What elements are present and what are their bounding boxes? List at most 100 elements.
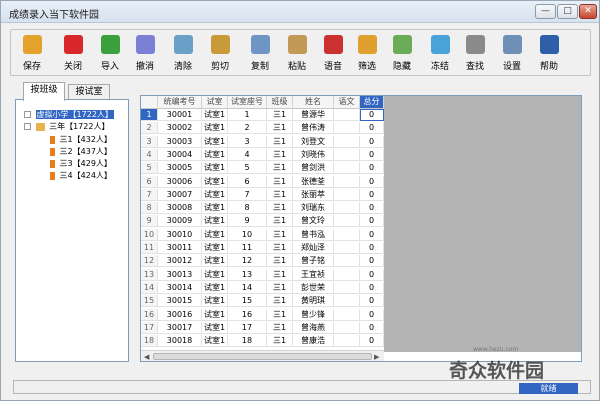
room-cell[interactable]: 试室1 [202, 188, 228, 201]
total-score-cell[interactable]: 0 [360, 228, 384, 241]
room-cell[interactable]: 试室1 [202, 162, 228, 175]
class-cell[interactable]: 三1 [267, 228, 293, 241]
total-score-cell[interactable]: 0 [360, 215, 384, 228]
class-cell[interactable]: 三1 [267, 135, 293, 148]
tree-root-school[interactable]: 虚拟小学【1722人】 [24, 109, 114, 120]
room-cell[interactable]: 试室1 [202, 175, 228, 188]
total-score-cell[interactable]: 0 [360, 122, 384, 135]
chinese-score-cell[interactable] [334, 228, 360, 241]
exam-number-cell[interactable]: 30015 [158, 295, 202, 308]
room-cell[interactable]: 试室1 [202, 215, 228, 228]
exam-number-cell[interactable]: 30018 [158, 335, 202, 348]
chinese-score-cell[interactable] [334, 135, 360, 148]
total-score-cell[interactable]: 0 [360, 295, 384, 308]
chinese-score-cell[interactable] [334, 308, 360, 321]
exam-number-cell[interactable]: 30008 [158, 202, 202, 215]
chinese-header[interactable]: 语文 [334, 96, 360, 109]
name-cell[interactable]: 郑灿泽 [293, 242, 334, 254]
toolbar-button-copy[interactable]: 复制 [243, 32, 277, 73]
chinese-score-cell[interactable] [334, 122, 360, 135]
chinese-score-cell[interactable] [334, 202, 360, 215]
class-cell[interactable]: 三1 [267, 109, 293, 121]
chinese-score-cell[interactable] [334, 255, 360, 268]
exam-number-cell[interactable]: 30017 [158, 321, 202, 334]
toolbar-button-paste[interactable]: 粘贴 [280, 32, 314, 73]
horizontal-scrollbar[interactable]: ◀ ▶ [141, 350, 384, 361]
room-header[interactable]: 试室 [202, 96, 228, 109]
toolbar-button-help[interactable]: 帮助 [532, 32, 566, 73]
total-score-cell[interactable]: 0 [360, 255, 384, 268]
scroll-thumb[interactable] [153, 353, 372, 360]
class-cell[interactable]: 三1 [267, 215, 293, 228]
toolbar-button-close[interactable]: 关闭 [56, 32, 90, 73]
room-cell[interactable]: 试室1 [202, 255, 228, 268]
name-cell[interactable]: 曾文玲 [293, 215, 334, 228]
name-cell[interactable]: 刘登文 [293, 135, 334, 148]
name-cell[interactable]: 曾康浩 [293, 335, 334, 348]
name-cell[interactable]: 刘晓伟 [293, 148, 334, 161]
tree-expander-icon[interactable] [24, 123, 31, 130]
room-cell[interactable]: 试室1 [202, 335, 228, 348]
name-cell[interactable]: 曾子铭 [293, 255, 334, 268]
exam-number-cell[interactable]: 30009 [158, 215, 202, 228]
tab-by-class[interactable]: 按班级 [23, 82, 65, 101]
row-number-header[interactable] [141, 96, 158, 109]
total-score-cell[interactable]: 0 [360, 242, 384, 254]
room-cell[interactable]: 试室1 [202, 202, 228, 215]
room-cell[interactable]: 试室1 [202, 308, 228, 321]
name-cell[interactable]: 曾源华 [293, 109, 334, 121]
tree-class-node[interactable]: 三3【429人】 [50, 158, 112, 169]
room-cell[interactable]: 试室1 [202, 268, 228, 281]
total-score-cell[interactable]: 0 [360, 148, 384, 161]
seat-cell[interactable]: 9 [228, 215, 267, 228]
toolbar-button-hide[interactable]: 隐藏 [385, 32, 419, 73]
total-score-cell[interactable]: 0 [360, 281, 384, 294]
exam-number-cell[interactable]: 30002 [158, 122, 202, 135]
seat-cell[interactable]: 5 [228, 162, 267, 175]
name-header[interactable]: 姓名 [293, 96, 334, 109]
name-cell[interactable]: 王宜祯 [293, 268, 334, 281]
room-cell[interactable]: 试室1 [202, 109, 228, 121]
name-cell[interactable]: 曾书泓 [293, 228, 334, 241]
class-cell[interactable]: 三1 [267, 321, 293, 334]
seat-cell[interactable]: 4 [228, 148, 267, 161]
seat-cell[interactable]: 15 [228, 295, 267, 308]
room-cell[interactable]: 试室1 [202, 135, 228, 148]
tree-expander-icon[interactable] [24, 111, 31, 118]
seat-cell[interactable]: 3 [228, 135, 267, 148]
exam-number-cell[interactable]: 30014 [158, 281, 202, 294]
seat-cell[interactable]: 11 [228, 242, 267, 254]
chinese-score-cell[interactable] [334, 188, 360, 201]
room-cell[interactable]: 试室1 [202, 242, 228, 254]
class-cell[interactable]: 三1 [267, 162, 293, 175]
exam-number-cell[interactable]: 30016 [158, 308, 202, 321]
scroll-right-icon[interactable]: ▶ [374, 353, 379, 361]
room-cell[interactable]: 试室1 [202, 122, 228, 135]
total-score-cell[interactable]: 0 [360, 335, 384, 348]
name-cell[interactable]: 曾少锋 [293, 308, 334, 321]
total-score-cell[interactable]: 0 [360, 175, 384, 188]
close-window-button[interactable]: ✕ [579, 4, 597, 19]
class-header[interactable]: 班级 [267, 96, 293, 109]
exam-number-cell[interactable]: 30006 [158, 175, 202, 188]
toolbar-button-search[interactable]: 查找 [458, 32, 492, 73]
class-cell[interactable]: 三1 [267, 295, 293, 308]
seat-cell[interactable]: 14 [228, 281, 267, 294]
room-cell[interactable]: 试室1 [202, 228, 228, 241]
chinese-score-cell[interactable] [334, 242, 360, 254]
room-cell[interactable]: 试室1 [202, 281, 228, 294]
exam-number-header[interactable]: 统编考号 [158, 96, 202, 109]
toolbar-button-scissors[interactable]: 剪切 [203, 32, 237, 73]
seat-cell[interactable]: 2 [228, 122, 267, 135]
exam-number-cell[interactable]: 30011 [158, 242, 202, 254]
toolbar-button-settings[interactable]: 设置 [495, 32, 529, 73]
class-cell[interactable]: 三1 [267, 148, 293, 161]
total-score-cell[interactable]: 0 [360, 135, 384, 148]
class-cell[interactable]: 三1 [267, 335, 293, 348]
class-cell[interactable]: 三1 [267, 202, 293, 215]
chinese-score-cell[interactable] [334, 148, 360, 161]
class-cell[interactable]: 三1 [267, 188, 293, 201]
class-cell[interactable]: 三1 [267, 175, 293, 188]
tree-class-node[interactable]: 三1【432人】 [50, 134, 112, 145]
scroll-left-icon[interactable]: ◀ [144, 353, 149, 361]
